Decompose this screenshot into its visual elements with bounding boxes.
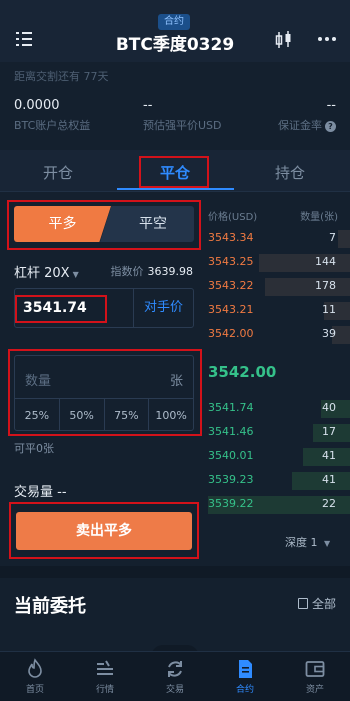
document-icon <box>297 598 308 609</box>
orderbook-qty-header: 数量(张) <box>300 212 338 223</box>
ask-price: 3543.34 <box>208 231 254 244</box>
nav-assets-label: 资产 <box>305 685 324 695</box>
account-equity-value: 0.0000 <box>14 98 60 113</box>
bottom-nav: 首页 行情 交易 合约 资产 <box>0 651 350 701</box>
account-equity: 0.0000 BTC账户总权益 <box>14 98 90 133</box>
wallet-icon <box>305 661 325 677</box>
nav-exchange[interactable]: 交易 <box>140 652 210 701</box>
closeable-amount: 可平0张 <box>14 442 54 455</box>
highlight-submit <box>9 502 199 559</box>
ask-qty: 178 <box>315 279 336 292</box>
bid-price: 3539.22 <box>208 497 254 510</box>
contract-badge: 合约 <box>158 14 190 30</box>
bid-price: 3541.74 <box>208 401 254 414</box>
account-equity-label: BTC账户总权益 <box>14 119 91 132</box>
ask-row[interactable]: 3543.34 7 <box>204 230 350 248</box>
bid-price: 3539.23 <box>208 473 254 486</box>
liquidation-price-label: 预估强平价USD <box>143 119 222 132</box>
leverage-selector[interactable]: 杠杆 20X ▼ <box>14 262 79 281</box>
exchange-icon <box>168 661 182 677</box>
highlight-side-toggle <box>7 200 201 250</box>
ask-price: 3543.25 <box>208 255 254 268</box>
margin-ratio-value: -- <box>326 98 336 113</box>
market-icon <box>97 660 113 675</box>
margin-ratio-label: 保证金率 <box>278 119 322 132</box>
nav-market[interactable]: 行情 <box>70 652 140 701</box>
margin-ratio: -- 保证金率? <box>278 98 336 133</box>
ask-depth-bar <box>259 254 350 272</box>
liquidation-price-value: -- <box>143 98 153 113</box>
caret-down-icon: ▼ <box>324 539 331 548</box>
all-orders-label: 全部 <box>311 597 336 611</box>
bid-row[interactable]: 3541.46 17 <box>204 424 350 442</box>
bid-depth-bar <box>292 472 350 490</box>
open-orders-title: 当前委托 <box>14 596 86 617</box>
nav-contract-label: 合约 <box>235 685 254 695</box>
ask-qty: 11 <box>322 303 336 316</box>
nav-assets[interactable]: 资产 <box>280 652 350 701</box>
caret-down-icon: ▼ <box>72 270 79 279</box>
delivery-countdown: 距离交割还有 77天 <box>14 70 109 83</box>
orderbook-price-header: 价格(USD) <box>208 212 258 223</box>
ask-price: 3542.00 <box>208 327 254 340</box>
bid-price: 3540.01 <box>208 449 254 462</box>
bid-row[interactable]: 3539.23 41 <box>204 472 350 490</box>
ask-qty: 39 <box>322 327 336 340</box>
ask-row[interactable]: 3543.21 11 <box>204 302 350 320</box>
index-price: 指数价 3639.98 <box>111 263 194 279</box>
last-price: 3542.00 <box>208 363 277 381</box>
leverage-label: 杠杆 20X <box>14 266 70 281</box>
ask-row[interactable]: 3543.25 144 <box>204 254 350 272</box>
bid-row[interactable]: 3541.74 40 <box>204 400 350 418</box>
nav-home-label: 首页 <box>25 685 44 695</box>
fire-icon <box>28 658 42 678</box>
depth-label: 深度 1 <box>285 536 318 549</box>
section-divider <box>0 566 350 578</box>
ask-qty: 7 <box>329 231 336 244</box>
ask-price: 3543.22 <box>208 279 254 292</box>
more-icon[interactable] <box>316 30 338 48</box>
index-price-label: 指数价 <box>110 265 144 278</box>
bid-row[interactable]: 3540.01 41 <box>204 448 350 466</box>
ask-row[interactable]: 3543.22 178 <box>204 278 350 296</box>
contract-icon <box>239 660 252 678</box>
ask-price: 3543.21 <box>208 303 254 316</box>
bid-qty: 17 <box>322 425 336 438</box>
candlestick-chart-icon[interactable] <box>274 30 294 50</box>
bid-qty: 41 <box>322 473 336 486</box>
bid-price: 3541.46 <box>208 425 254 438</box>
all-orders-link[interactable]: 全部 <box>297 595 336 612</box>
depth-selector[interactable]: 深度 1 ▼ <box>285 534 330 550</box>
nav-exchange-label: 交易 <box>165 685 184 695</box>
index-price-value: 3639.98 <box>147 265 194 278</box>
nav-home[interactable]: 首页 <box>0 652 70 701</box>
bid-row[interactable]: 3539.22 22 <box>204 496 350 514</box>
bid-qty: 22 <box>322 497 336 510</box>
tab-positions[interactable]: 持仓 <box>275 162 305 183</box>
page-title[interactable]: BTC季度0329 <box>0 30 350 55</box>
top-bar: 合约 BTC季度0329 <box>0 0 350 62</box>
highlight-quantity <box>8 349 202 436</box>
ask-row[interactable]: 3542.00 39 <box>204 326 350 344</box>
bid-qty: 41 <box>322 449 336 462</box>
bid-qty: 40 <box>322 401 336 414</box>
ask-qty: 144 <box>315 255 336 268</box>
trade-volume: 交易量 -- <box>14 485 67 500</box>
active-tab-underline <box>117 188 234 190</box>
ask-depth-bar <box>265 278 350 296</box>
ask-depth-bar <box>338 230 350 248</box>
nav-contract[interactable]: 合约 <box>210 652 280 701</box>
highlight-price-input <box>15 295 107 323</box>
nav-market-label: 行情 <box>95 685 114 695</box>
help-icon[interactable]: ? <box>325 121 336 132</box>
highlight-close-tab <box>139 156 209 188</box>
liquidation-price: -- 预估强平价USD <box>143 98 222 133</box>
tab-open[interactable]: 开仓 <box>43 162 73 183</box>
counterparty-price-button[interactable]: 对手价 <box>133 289 193 327</box>
